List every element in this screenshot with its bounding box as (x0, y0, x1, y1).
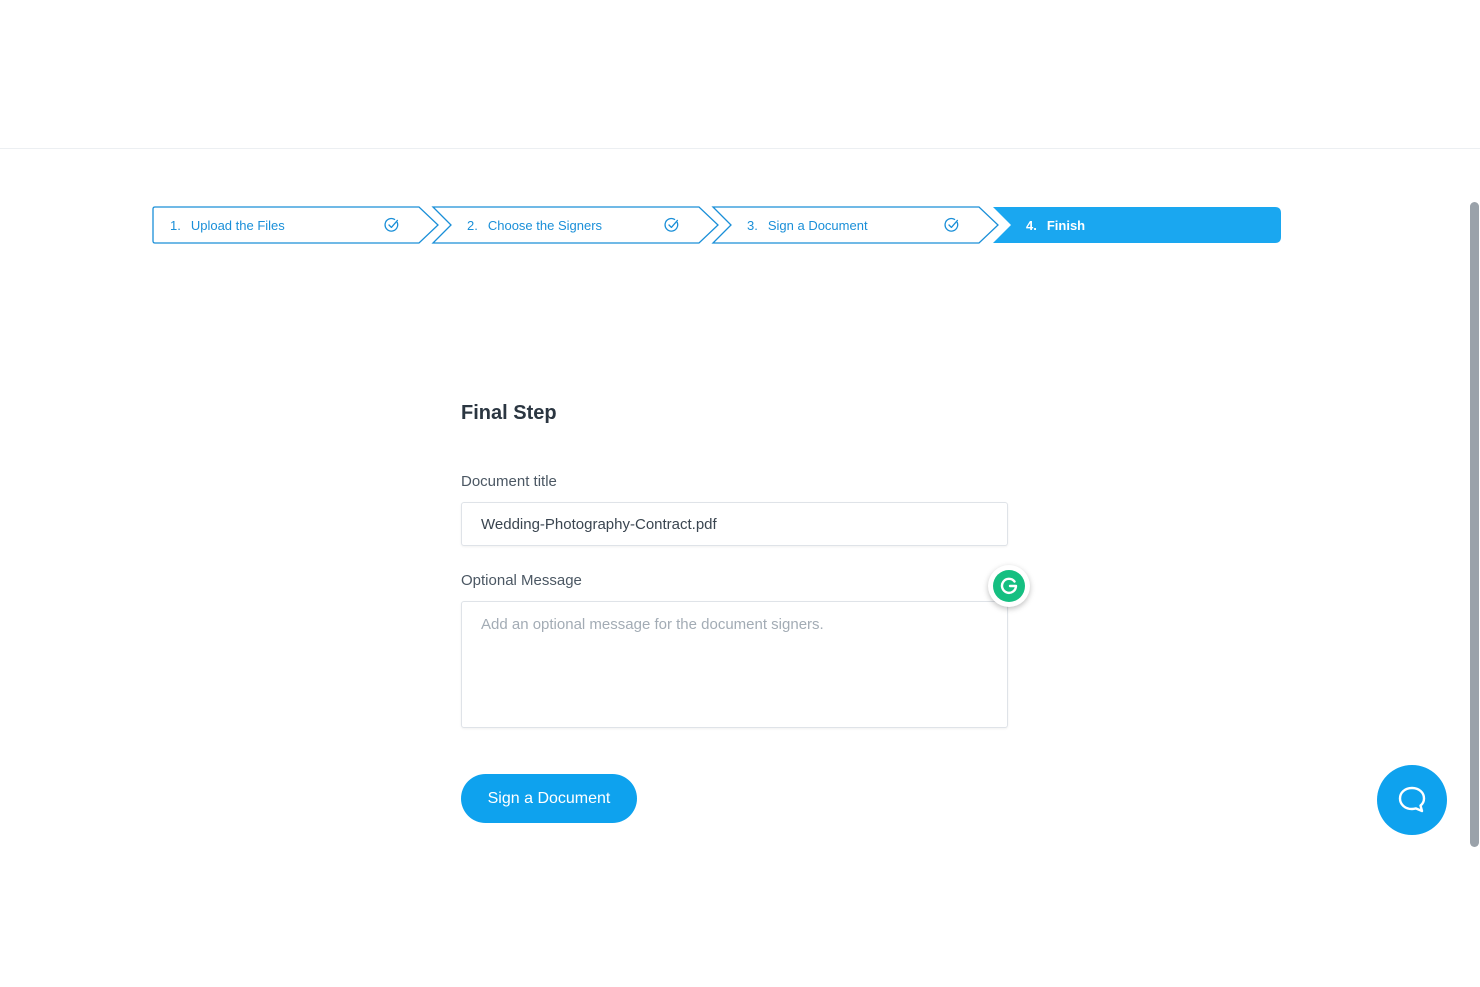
sign-document-button[interactable]: Sign a Document (461, 774, 637, 823)
check-circle-icon (944, 217, 959, 232)
step-number: 4. (1026, 217, 1037, 233)
header-divider (0, 148, 1480, 149)
step-number: 2. (467, 217, 478, 233)
final-step-form: Final Step Document title Wedding-Photog… (461, 396, 1009, 823)
step-label: Finish (1046, 217, 1086, 233)
step-number: 3. (747, 217, 758, 233)
optional-message-textarea[interactable]: Add an optional message for the document… (461, 601, 1008, 728)
check-circle-icon (384, 217, 399, 232)
chat-bubble-icon (1398, 786, 1426, 813)
grammarly-button[interactable] (988, 565, 1030, 607)
progress-stepper: 1. Upload the Files 2. Choose the Signer… (152, 206, 1282, 244)
message-placeholder: Add an optional message for the document… (481, 616, 824, 633)
stepper-shapes (152, 206, 1281, 244)
step-label: Upload the Files (190, 217, 285, 233)
step-label: Choose the Signers (487, 217, 603, 233)
grammarly-icon (993, 570, 1025, 602)
check-circle-icon (664, 217, 679, 232)
step-choose-signers[interactable]: 2. Choose the Signers (467, 206, 602, 244)
step-sign-document[interactable]: 3. Sign a Document (747, 206, 868, 244)
document-title-label: Document title (461, 473, 557, 490)
step-finish[interactable]: 4. Finish (1026, 206, 1085, 244)
step-upload-files[interactable]: 1. Upload the Files (170, 206, 285, 244)
chat-launcher-button[interactable] (1377, 765, 1447, 835)
page-title: Final Step (461, 402, 557, 424)
document-title-input[interactable]: Wedding-Photography-Contract.pdf (461, 502, 1008, 546)
step-number: 1. (170, 217, 181, 233)
scrollbar-thumb[interactable] (1470, 202, 1479, 847)
step-label: Sign a Document (767, 217, 868, 233)
optional-message-label: Optional Message (461, 572, 582, 589)
